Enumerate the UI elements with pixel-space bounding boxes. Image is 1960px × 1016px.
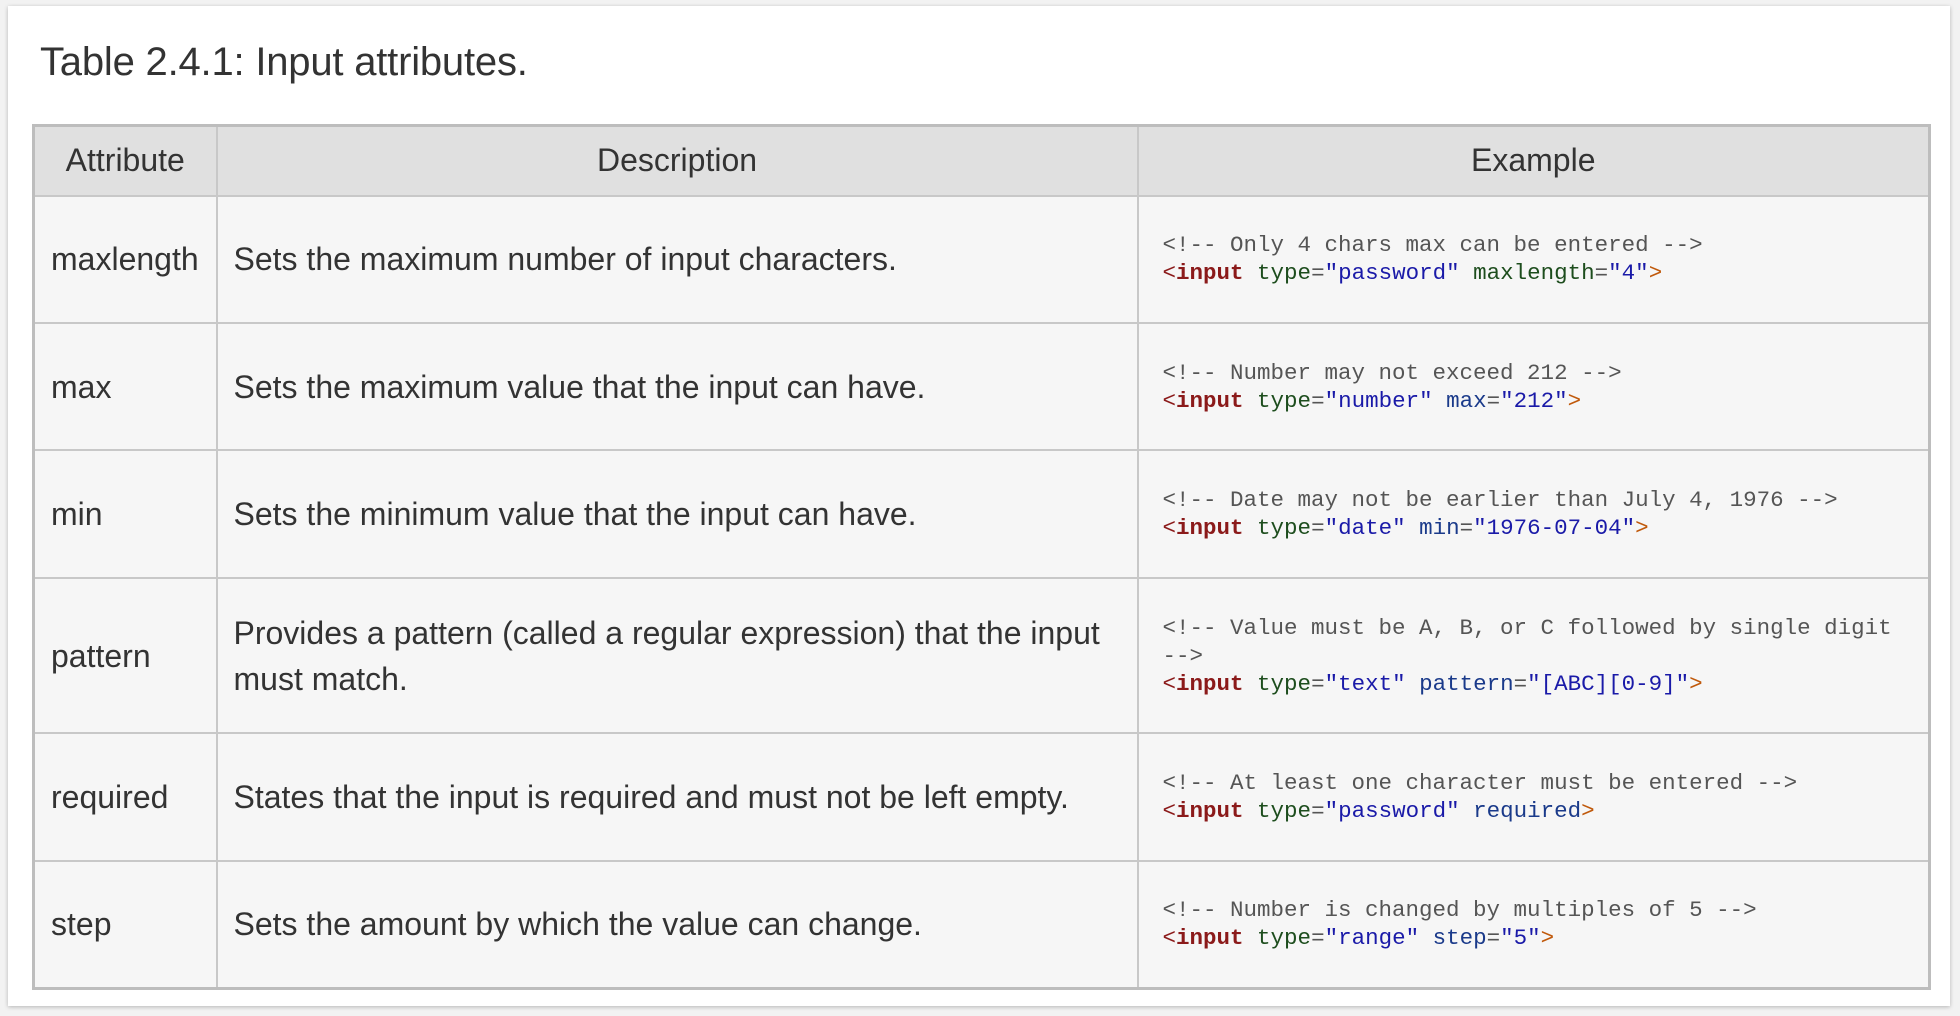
code-tag: <input type="range" step="5"> [1162, 925, 1555, 952]
attr-name: type [1257, 925, 1312, 952]
attr-value: "1976-07-04" [1473, 515, 1636, 542]
example-code-cell: <!-- Only 4 chars max can be entered -->… [1136, 194, 1931, 324]
description-cell: Sets the maximum number of input charact… [215, 194, 1139, 324]
example-code-cell: <!-- Number may not exceed 212 --> <input… [1136, 321, 1931, 452]
header-example: Example [1136, 124, 1931, 197]
code-comment: <!-- Number may not exceed 212 --> [1162, 359, 1622, 386]
tag-name: input [1176, 260, 1244, 287]
code-tag: <input type="number" max="212"> [1162, 387, 1582, 414]
attr-name: min [1419, 515, 1460, 542]
attr-name: max [1446, 387, 1487, 414]
code-comment: <!-- Number is changed by multiples of 5… [1162, 897, 1757, 924]
code-tag: <input type="password" maxlength="4"> [1162, 260, 1663, 287]
attribute-cell: pattern [32, 576, 218, 735]
tag-open: < [1162, 515, 1177, 542]
table-row: min Sets the minimum value that the inpu… [32, 449, 1931, 579]
description-cell: Sets the maximum value that the input ca… [215, 321, 1139, 452]
description-cell: Provides a pattern (called a regular exp… [215, 576, 1139, 735]
tag-open: < [1162, 260, 1177, 287]
attr-name: type [1257, 515, 1312, 542]
attr-value: "number" [1324, 387, 1433, 414]
attribute-cell: maxlength [32, 194, 218, 324]
attr-value: "password" [1324, 260, 1460, 287]
tag-name: input [1176, 670, 1244, 697]
tag-name: input [1176, 387, 1244, 414]
attr-name: type [1257, 798, 1312, 825]
table-card: Table 2.4.1: Input attributes. Attribute… [8, 6, 1950, 1006]
attr-name: type [1257, 260, 1312, 287]
attr-name: step [1432, 925, 1487, 952]
code-comment: <!-- Only 4 chars max can be entered --> [1162, 232, 1703, 259]
tag-close: > [1648, 260, 1663, 287]
code-tag: <input type="password" required> [1162, 798, 1595, 825]
description-cell: Sets the amount by which the value can c… [215, 859, 1139, 990]
tag-name: input [1176, 925, 1244, 952]
description-cell: Sets the minimum value that the input ca… [215, 449, 1139, 579]
code-tag: <input type="date" min="1976-07-04"> [1162, 515, 1649, 542]
table-row: maxlength Sets the maximum number of inp… [32, 194, 1931, 324]
table-row: max Sets the maximum value that the inpu… [32, 321, 1931, 452]
code-comment: <!-- Date may not be earlier than July 4… [1162, 487, 1838, 514]
attr-name: type [1257, 387, 1312, 414]
example-code-cell: <!-- Value must be A, B, or C followed b… [1136, 576, 1931, 735]
attribute-cell: min [32, 449, 218, 579]
attr-value: "range" [1324, 925, 1420, 952]
header-attribute: Attribute [32, 124, 218, 197]
attr-value: "text" [1324, 670, 1406, 697]
table-header-row: Attribute Description Example [32, 124, 1931, 197]
tag-close: > [1689, 670, 1703, 697]
attr-value: "password" [1324, 798, 1460, 825]
attr-name: pattern [1419, 670, 1514, 697]
tag-name: input [1176, 515, 1244, 542]
table-row: required States that the input is requir… [32, 732, 1931, 862]
example-code-cell: <!-- At least one character must be ente… [1136, 732, 1931, 862]
attribute-cell: max [32, 321, 218, 452]
tag-open: < [1162, 798, 1177, 825]
code-tag: <input type="text" pattern="[ABC][0-9]"> [1162, 670, 1703, 697]
code-comment: <!-- Value must be A, B, or C followed b… [1162, 614, 1906, 669]
tag-open: < [1162, 925, 1177, 952]
tag-open: < [1162, 387, 1177, 414]
table-caption: Table 2.4.1: Input attributes. [40, 40, 528, 84]
code-comment: <!-- At least one character must be ente… [1162, 770, 1798, 797]
attr-value: "5" [1500, 925, 1541, 952]
attr-name: maxlength [1473, 260, 1595, 287]
example-code-cell: <!-- Date may not be earlier than July 4… [1136, 449, 1931, 579]
example-code-cell: <!-- Number is changed by multiples of 5… [1136, 859, 1931, 990]
tag-open: < [1162, 670, 1177, 697]
attribute-cell: required [32, 732, 218, 862]
tag-close: > [1635, 515, 1649, 542]
attr-value: "4" [1608, 260, 1649, 287]
tag-close: > [1581, 798, 1595, 825]
tag-name: input [1176, 798, 1244, 825]
attr-value: "date" [1324, 515, 1406, 542]
attr-name: required [1473, 798, 1582, 825]
header-description: Description [215, 124, 1139, 197]
attr-value: "212" [1500, 387, 1568, 414]
description-cell: States that the input is required and mu… [215, 732, 1139, 862]
table-row: step Sets the amount by which the value … [32, 859, 1931, 990]
attribute-cell: step [32, 859, 218, 990]
table-row: pattern Provides a pattern (called a reg… [32, 576, 1931, 735]
attr-name: type [1257, 670, 1312, 697]
attr-value: "[ABC][0-9]" [1527, 670, 1690, 697]
tag-close: > [1567, 387, 1582, 414]
input-attributes-table: Attribute Description Example maxlength … [32, 124, 1931, 990]
tag-close: > [1540, 925, 1555, 952]
